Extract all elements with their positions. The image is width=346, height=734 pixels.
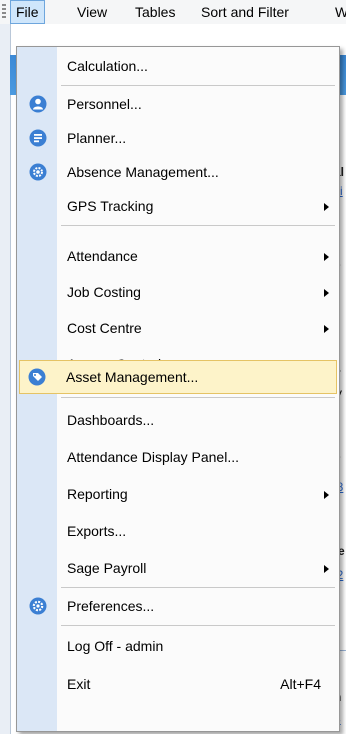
menu-item-dashboards[interactable]: Dashboards... xyxy=(19,403,337,437)
menu-item-exports[interactable]: Exports... xyxy=(19,514,337,548)
menu-item-absence-management[interactable]: Absence Management... xyxy=(19,155,337,189)
exit-shortcut: Alt+F4 xyxy=(280,676,321,692)
menu-item-sage-payroll[interactable]: Sage Payroll xyxy=(19,551,337,585)
menu-item-exit[interactable]: Exit Alt+F4 xyxy=(19,667,337,701)
menu-item-preferences[interactable]: Preferences... xyxy=(19,589,337,623)
menu-item-personnel[interactable]: Personnel... xyxy=(19,87,337,121)
menu-item-reporting[interactable]: Reporting xyxy=(19,477,337,511)
menu-separator xyxy=(61,225,335,226)
submenu-arrow-icon xyxy=(324,565,329,573)
menu-item-attendance-display-panel[interactable]: Attendance Display Panel... xyxy=(19,440,337,474)
file-menu-dropdown: Calculation... Personnel... Planner... A… xyxy=(16,46,340,732)
menu-separator xyxy=(61,85,335,86)
submenu-arrow-icon xyxy=(324,325,329,333)
preferences-gear-icon xyxy=(29,597,47,615)
planner-icon xyxy=(29,129,47,147)
toolbar-grip[interactable] xyxy=(2,4,6,20)
menu-sort-and-filter[interactable]: Sort and Filter xyxy=(196,0,294,24)
menu-separator xyxy=(61,625,335,626)
menu-item-asset-management[interactable]: Asset Management... xyxy=(19,360,337,394)
menu-bar: File View Tables Sort and Filter W xyxy=(0,0,346,25)
menu-item-job-costing[interactable]: Job Costing xyxy=(19,275,337,309)
submenu-arrow-icon xyxy=(324,203,329,211)
menu-window[interactable]: W xyxy=(330,0,346,24)
submenu-arrow-icon xyxy=(324,289,329,297)
menu-view[interactable]: View xyxy=(72,0,112,24)
person-icon xyxy=(29,95,47,113)
menu-item-cost-centre[interactable]: Cost Centre xyxy=(19,311,337,345)
menu-file[interactable]: File xyxy=(10,0,45,24)
menu-tables[interactable]: Tables xyxy=(130,0,180,24)
menu-item-planner[interactable]: Planner... xyxy=(19,121,337,155)
absence-gear-icon xyxy=(29,163,47,181)
menu-item-gps-tracking[interactable]: GPS Tracking xyxy=(19,189,337,223)
menu-separator xyxy=(61,587,335,588)
submenu-arrow-icon xyxy=(324,491,329,499)
menu-item-calculation[interactable]: Calculation... xyxy=(19,49,337,83)
menu-item-attendance[interactable]: Attendance xyxy=(19,239,337,273)
app-left-edge xyxy=(0,24,11,734)
submenu-arrow-icon xyxy=(324,253,329,261)
menu-item-log-off[interactable]: Log Off - admin xyxy=(19,629,337,663)
menu-separator xyxy=(61,397,335,398)
asset-tag-icon xyxy=(28,368,46,386)
